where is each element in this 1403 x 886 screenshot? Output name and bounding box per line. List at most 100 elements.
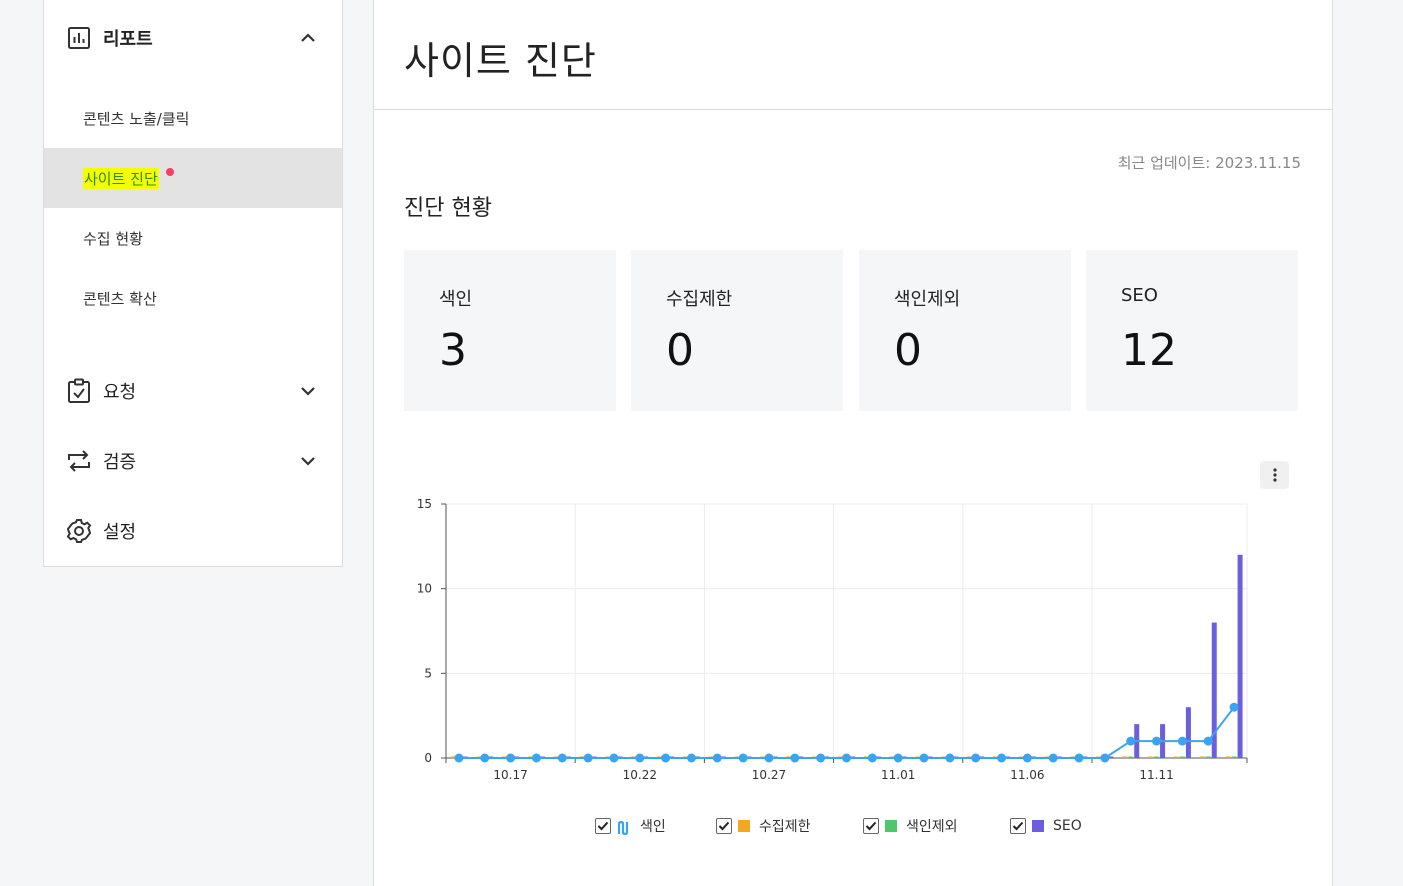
point-색인 [686, 753, 696, 763]
legend-checkbox[interactable] [716, 818, 732, 834]
legend-label: 수집제한 [759, 819, 811, 835]
chart-legend: 색인 수집제한 색인제외 SEO [374, 815, 1332, 837]
legend-item-excluded[interactable]: 색인제외 [863, 815, 958, 837]
sidebar-item-site-diagnosis[interactable]: 사이트 진단 [44, 148, 342, 208]
bar-색인제외 [1179, 756, 1185, 758]
point-색인 [506, 753, 516, 763]
x-tick-label: 11.01 [881, 768, 915, 782]
chevron-down-icon[interactable] [298, 451, 318, 471]
point-색인 [893, 753, 903, 763]
legend-label: 색인 [640, 819, 666, 835]
sidebar: 리포트 콘텐츠 노출/클릭 사이트 진단 수집 현황 콘텐츠 확산 요청 검증 [43, 0, 343, 567]
stat-card-indexed: 색인 3 [404, 250, 616, 411]
legend-item-crawl-limit[interactable]: 수집제한 [716, 815, 811, 837]
point-색인 [764, 753, 774, 763]
point-색인 [816, 753, 826, 763]
stat-card-seo: SEO 12 [1086, 250, 1298, 411]
bar-SEO [1237, 554, 1243, 758]
point-색인 [945, 753, 955, 763]
point-색인 [971, 753, 981, 763]
stat-value: 3 [439, 325, 467, 376]
bar-색인제외 [1205, 756, 1211, 758]
point-색인 [919, 753, 929, 763]
nav-report-label: 리포트 [103, 29, 153, 50]
chevron-down-icon[interactable] [298, 381, 318, 401]
sidebar-item-content-spread[interactable]: 콘텐츠 확산 [44, 268, 342, 328]
nav-settings[interactable]: 설정 [44, 496, 342, 566]
sidebar-item-content-exposure[interactable]: 콘텐츠 노출/클릭 [44, 88, 342, 148]
divider [374, 109, 1332, 110]
x-tick-label: 11.06 [1010, 768, 1044, 782]
point-색인 [609, 753, 619, 763]
bar-SEO [1185, 707, 1191, 758]
bar-chart-icon [66, 25, 92, 51]
sidebar-item-collection-status[interactable]: 수집 현황 [44, 208, 342, 268]
legend-swatch [1032, 820, 1044, 832]
point-색인 [1126, 736, 1136, 746]
legend-label: 색인제외 [906, 819, 958, 835]
section-title: 진단 현황 [404, 196, 492, 221]
x-tick-label: 10.27 [752, 768, 786, 782]
legend-item-indexed[interactable]: 색인 [595, 815, 666, 837]
stat-label: SEO [1121, 285, 1158, 306]
page-title: 사이트 진단 [404, 39, 597, 83]
bar-색인제외 [1128, 756, 1134, 758]
legend-checkbox[interactable] [595, 818, 611, 834]
nav-settings-label: 설정 [103, 522, 137, 543]
nav-request-label: 요청 [103, 382, 137, 403]
legend-checkbox[interactable] [1010, 818, 1026, 834]
stat-value: 0 [894, 325, 922, 376]
point-색인 [997, 753, 1007, 763]
sidebar-item-label: 사이트 진단 [83, 167, 159, 189]
stat-value: 0 [666, 325, 694, 376]
bar-수집제한 [1225, 756, 1231, 758]
point-색인 [1100, 753, 1110, 763]
clipboard-check-icon [66, 378, 92, 404]
sidebar-item-label: 콘텐츠 확산 [83, 289, 157, 308]
legend-item-seo[interactable]: SEO [1010, 815, 1082, 837]
stat-label: 수집제한 [666, 289, 733, 310]
bar-수집제한 [1173, 756, 1179, 758]
repeat-icon [66, 448, 92, 474]
stat-card-excluded: 색인제외 0 [859, 250, 1071, 411]
bar-수집제한 [1122, 756, 1128, 758]
point-색인 [661, 753, 671, 763]
stat-label: 색인 [439, 289, 473, 310]
gear-icon [66, 518, 92, 544]
point-색인 [1048, 753, 1058, 763]
x-tick-label: 10.22 [623, 768, 657, 782]
point-색인 [1177, 736, 1187, 746]
bar-SEO [1211, 622, 1217, 758]
point-색인 [1229, 702, 1239, 712]
x-tick-label: 11.11 [1139, 768, 1173, 782]
point-색인 [531, 753, 541, 763]
point-색인 [557, 753, 567, 763]
point-색인 [867, 753, 877, 763]
point-색인 [1074, 753, 1084, 763]
point-색인 [1203, 736, 1213, 746]
line-series-icon [617, 820, 631, 836]
nav-verify[interactable]: 검증 [44, 426, 342, 496]
notification-dot [166, 168, 174, 176]
point-색인 [1152, 736, 1162, 746]
nav-verify-label: 검증 [103, 452, 137, 473]
bar-수집제한 [1148, 756, 1154, 758]
legend-label: SEO [1053, 818, 1082, 834]
y-tick-label: 5 [424, 666, 432, 680]
point-색인 [842, 753, 851, 763]
point-색인 [738, 753, 748, 763]
legend-swatch [738, 820, 750, 832]
nav-report[interactable]: 리포트 [44, 3, 342, 73]
point-색인 [454, 753, 464, 763]
sidebar-item-label: 수집 현황 [83, 229, 143, 248]
bar-수집제한 [1199, 756, 1205, 758]
stat-value: 12 [1121, 325, 1177, 376]
point-색인 [712, 753, 722, 763]
nav-request[interactable]: 요청 [44, 356, 342, 426]
chevron-up-icon[interactable] [298, 28, 318, 48]
legend-checkbox[interactable] [863, 818, 879, 834]
y-tick-label: 15 [417, 497, 432, 511]
point-색인 [635, 753, 645, 763]
legend-swatch [885, 820, 897, 832]
point-색인 [1022, 753, 1032, 763]
